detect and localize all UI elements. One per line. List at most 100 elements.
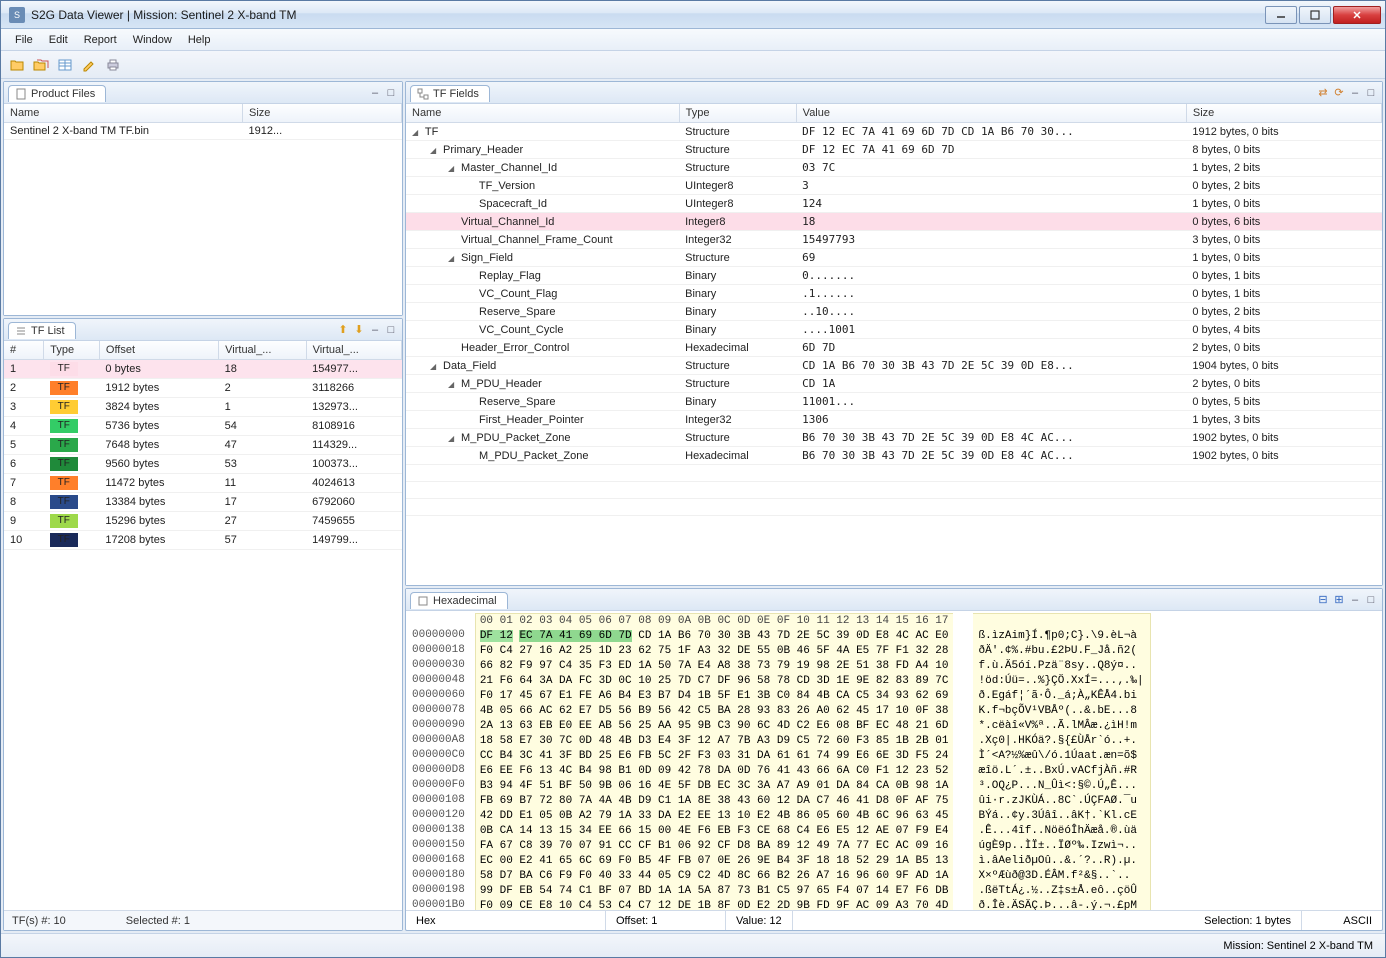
table-view-icon[interactable] [55, 55, 75, 75]
tf-list-title: TF List [31, 325, 65, 337]
print-icon[interactable] [103, 55, 123, 75]
panel-hexadecimal: Hexadecimal ⊟ ⊞ – □ 00000000000000180000… [405, 588, 1383, 931]
table-row[interactable]: M_PDU_Packet_ZoneHexadecimalB6 70 30 3B … [406, 447, 1382, 465]
col-idx[interactable]: # [4, 341, 44, 360]
col-type[interactable]: Type [44, 341, 100, 360]
maximize-button[interactable] [1299, 6, 1331, 24]
tf-fields-tab[interactable]: TF Fields [410, 85, 490, 102]
caret-icon[interactable] [448, 432, 458, 444]
col-fvalue[interactable]: Value [796, 104, 1186, 123]
hex-selection: Selection: 1 bytes [793, 911, 1302, 930]
table-row[interactable]: Spacecraft_IdUInteger81241 bytes, 0 bits [406, 195, 1382, 213]
hex-mode: Hex [406, 911, 606, 930]
caret-icon[interactable] [448, 378, 458, 390]
table-row[interactable]: M_PDU_Packet_ZoneStructureB6 70 30 3B 43… [406, 429, 1382, 447]
open-file-icon[interactable] [7, 55, 27, 75]
col-virtual1[interactable]: Virtual_... [219, 341, 306, 360]
table-row[interactable]: 6TF9560 bytes53100373... [4, 455, 402, 474]
sync-icon[interactable]: ⟳ [1332, 86, 1346, 100]
table-row[interactable]: VC_Count_CycleBinary....10010 bytes, 4 b… [406, 321, 1382, 339]
col-size[interactable]: Size [243, 104, 402, 123]
caret-icon[interactable] [448, 162, 458, 174]
window-title: S2G Data Viewer | Mission: Sentinel 2 X-… [31, 8, 1263, 22]
table-row[interactable]: 4TF5736 bytes548108916 [4, 417, 402, 436]
tf-fields-table[interactable]: Name Type Value Size TFStructureDF 12 EC… [406, 104, 1382, 516]
table-row[interactable]: 8TF13384 bytes176792060 [4, 493, 402, 512]
menu-report[interactable]: Report [76, 31, 125, 49]
table-row[interactable]: First_Header_PointerInteger3213061 bytes… [406, 411, 1382, 429]
table-row[interactable]: M_PDU_HeaderStructureCD 1A2 bytes, 0 bit… [406, 375, 1382, 393]
window-controls [1263, 6, 1381, 24]
minimize-panel-icon[interactable]: – [368, 86, 382, 100]
table-row[interactable]: 3TF3824 bytes1132973... [4, 398, 402, 417]
table-row[interactable]: 2TF1912 bytes23118266 [4, 379, 402, 398]
table-row[interactable]: Data_FieldStructureCD 1A B6 70 30 3B 43 … [406, 357, 1382, 375]
document-icon [15, 88, 27, 100]
minimize-panel-icon[interactable]: – [368, 323, 382, 337]
menu-edit[interactable]: Edit [41, 31, 76, 49]
workspace: Product Files – □ Name Size Sentine [1, 79, 1385, 933]
product-files-tab[interactable]: Product Files [8, 85, 106, 102]
tf-list-tab[interactable]: TF List [8, 322, 76, 339]
replace-icon[interactable]: ⇄ [1316, 86, 1330, 100]
close-button[interactable] [1333, 6, 1381, 24]
col-virtual2[interactable]: Virtual_... [306, 341, 401, 360]
maximize-panel-icon[interactable]: □ [384, 86, 398, 100]
menu-window[interactable]: Window [125, 31, 180, 49]
shrink-icon[interactable]: ⊟ [1316, 593, 1330, 607]
tf-selected-label: Selected #: 1 [126, 915, 190, 927]
tf-list-table[interactable]: # Type Offset Virtual_... Virtual_... 1T… [4, 341, 402, 550]
hex-status: Hex Offset: 1 Value: 12 Selection: 1 byt… [406, 910, 1382, 930]
maximize-panel-icon[interactable]: □ [384, 323, 398, 337]
caret-icon[interactable] [412, 126, 422, 138]
tree-icon [417, 88, 429, 100]
table-row[interactable]: VC_Count_FlagBinary.1......0 bytes, 1 bi… [406, 285, 1382, 303]
table-row[interactable]: Primary_HeaderStructureDF 12 EC 7A 41 69… [406, 141, 1382, 159]
table-row[interactable]: TFStructureDF 12 EC 7A 41 69 6D 7D CD 1A… [406, 123, 1382, 141]
table-row[interactable]: Reserve_SpareBinary..10....0 bytes, 2 bi… [406, 303, 1382, 321]
maximize-panel-icon[interactable]: □ [1364, 593, 1378, 607]
minimize-panel-icon[interactable]: – [1348, 593, 1362, 607]
table-row[interactable]: TF_VersionUInteger830 bytes, 2 bits [406, 177, 1382, 195]
col-name[interactable]: Name [4, 104, 243, 123]
expand-icon[interactable]: ⊞ [1332, 593, 1346, 607]
arrow-down-icon[interactable]: ⬇ [352, 323, 366, 337]
hex-body[interactable]: 0000000000000018000000300000004800000060… [406, 611, 1382, 910]
hex-tab[interactable]: Hexadecimal [410, 592, 508, 609]
product-files-table[interactable]: Name Size Sentinel 2 X-band TM TF.bin191… [4, 104, 402, 140]
table-row[interactable]: Sign_FieldStructure691 bytes, 0 bits [406, 249, 1382, 267]
minimize-panel-icon[interactable]: – [1348, 86, 1362, 100]
table-row[interactable]: 9TF15296 bytes277459655 [4, 512, 402, 531]
panel-product-files: Product Files – □ Name Size Sentine [3, 81, 403, 316]
table-row[interactable]: Virtual_Channel_IdInteger8180 bytes, 6 b… [406, 213, 1382, 231]
menu-help[interactable]: Help [180, 31, 219, 49]
open-multi-icon[interactable] [31, 55, 51, 75]
titlebar: S S2G Data Viewer | Mission: Sentinel 2 … [1, 1, 1385, 29]
table-row[interactable]: 1TF0 bytes18154977... [4, 360, 402, 379]
table-row[interactable]: Reserve_SpareBinary11001...0 bytes, 5 bi… [406, 393, 1382, 411]
caret-icon[interactable] [448, 252, 458, 264]
table-row[interactable]: Virtual_Channel_Frame_CountInteger321549… [406, 231, 1382, 249]
arrow-up-icon[interactable]: ⬆ [336, 323, 350, 337]
col-fsize[interactable]: Size [1186, 104, 1381, 123]
table-row[interactable]: 7TF11472 bytes114024613 [4, 474, 402, 493]
table-row[interactable]: Replay_FlagBinary0.......0 bytes, 1 bits [406, 267, 1382, 285]
panel-tf-fields: TF Fields ⇄ ⟳ – □ Name Type [405, 81, 1383, 586]
maximize-panel-icon[interactable]: □ [1364, 86, 1378, 100]
table-row[interactable]: Sentinel 2 X-band TM TF.bin1912... [4, 123, 402, 140]
hex-icon [417, 595, 429, 607]
table-row[interactable]: 10TF17208 bytes57149799... [4, 531, 402, 550]
caret-icon[interactable] [430, 144, 440, 156]
table-row[interactable]: Header_Error_ControlHexadecimal6D 7D2 by… [406, 339, 1382, 357]
col-fname[interactable]: Name [406, 104, 679, 123]
table-row[interactable]: Master_Channel_IdStructure03 7C1 bytes, … [406, 159, 1382, 177]
col-offset[interactable]: Offset [99, 341, 218, 360]
caret-icon[interactable] [430, 360, 440, 372]
col-ftype[interactable]: Type [679, 104, 796, 123]
minimize-button[interactable] [1265, 6, 1297, 24]
toolbar [1, 51, 1385, 79]
table-row[interactable]: 5TF7648 bytes47114329... [4, 436, 402, 455]
menu-file[interactable]: File [7, 31, 41, 49]
tf-list-status: TF(s) #: 10 Selected #: 1 [4, 910, 402, 930]
edit-icon[interactable] [79, 55, 99, 75]
